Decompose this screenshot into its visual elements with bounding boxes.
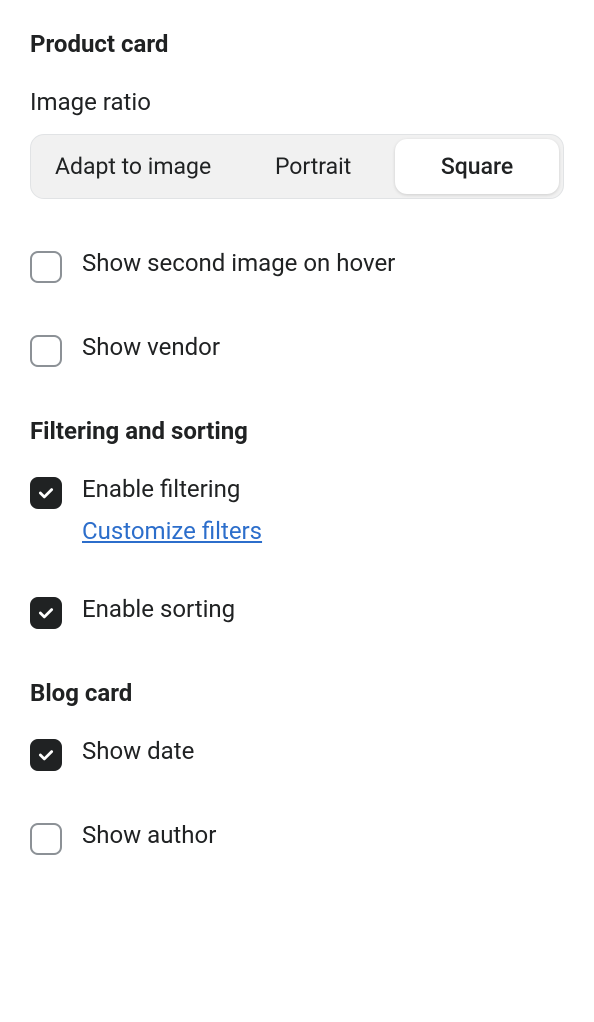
blog-card-section: Blog card Show date Show author xyxy=(30,679,564,855)
check-icon xyxy=(37,746,55,764)
enable-filtering-checkbox[interactable] xyxy=(30,477,62,509)
customize-filters-link[interactable]: Customize filters xyxy=(82,517,262,545)
show-second-image-content: Show second image on hover xyxy=(82,249,395,277)
check-icon xyxy=(37,484,55,502)
enable-sorting-label: Enable sorting xyxy=(82,595,235,623)
check-icon xyxy=(37,604,55,622)
show-vendor-label: Show vendor xyxy=(82,333,220,361)
image-ratio-label: Image ratio xyxy=(30,88,564,116)
enable-filtering-content: Enable filtering Customize filters xyxy=(82,475,262,545)
image-ratio-segmented-control: Adapt to image Portrait Square xyxy=(30,134,564,199)
segment-square[interactable]: Square xyxy=(395,139,559,194)
segment-adapt-to-image[interactable]: Adapt to image xyxy=(35,139,231,194)
enable-sorting-checkbox[interactable] xyxy=(30,597,62,629)
show-second-image-checkbox[interactable] xyxy=(30,251,62,283)
show-date-row: Show date xyxy=(30,737,564,771)
show-author-content: Show author xyxy=(82,821,216,849)
show-date-label: Show date xyxy=(82,737,194,765)
show-vendor-row: Show vendor xyxy=(30,333,564,367)
show-author-label: Show author xyxy=(82,821,216,849)
product-card-title: Product card xyxy=(30,30,564,58)
show-second-image-label: Show second image on hover xyxy=(82,249,395,277)
filtering-section: Filtering and sorting Enable filtering C… xyxy=(30,417,564,629)
enable-filtering-row: Enable filtering Customize filters xyxy=(30,475,564,545)
blog-card-title: Blog card xyxy=(30,679,564,707)
product-card-section: Product card Image ratio Adapt to image … xyxy=(30,30,564,367)
show-vendor-checkbox[interactable] xyxy=(30,335,62,367)
show-second-image-row: Show second image on hover xyxy=(30,249,564,283)
enable-sorting-row: Enable sorting xyxy=(30,595,564,629)
show-author-row: Show author xyxy=(30,821,564,855)
segment-portrait[interactable]: Portrait xyxy=(231,139,395,194)
show-date-content: Show date xyxy=(82,737,194,765)
enable-filtering-label: Enable filtering xyxy=(82,475,262,503)
show-date-checkbox[interactable] xyxy=(30,739,62,771)
show-vendor-content: Show vendor xyxy=(82,333,220,361)
show-author-checkbox[interactable] xyxy=(30,823,62,855)
enable-sorting-content: Enable sorting xyxy=(82,595,235,623)
filtering-title: Filtering and sorting xyxy=(30,417,564,445)
